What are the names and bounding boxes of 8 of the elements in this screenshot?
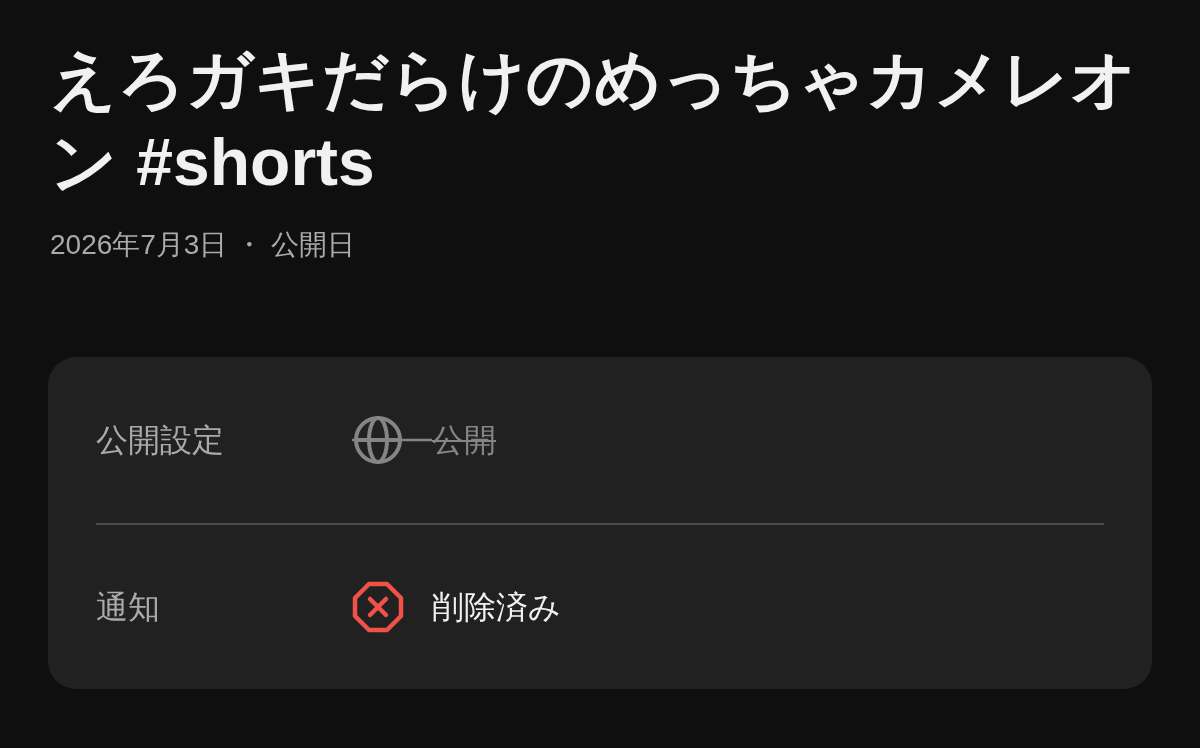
detail-label: 通知: [96, 588, 161, 627]
publish-date: 2026年7月3日 ・ 公開日: [50, 228, 356, 262]
detail-value: 削除済み: [432, 587, 561, 627]
detail-value: 公開: [432, 420, 496, 460]
error-icon: [352, 581, 404, 633]
globe-icon: [352, 414, 432, 466]
detail-label: 公開設定: [96, 421, 225, 460]
video-title: えろガキだらけのめっちゃカメレオン #shorts: [50, 41, 1139, 201]
